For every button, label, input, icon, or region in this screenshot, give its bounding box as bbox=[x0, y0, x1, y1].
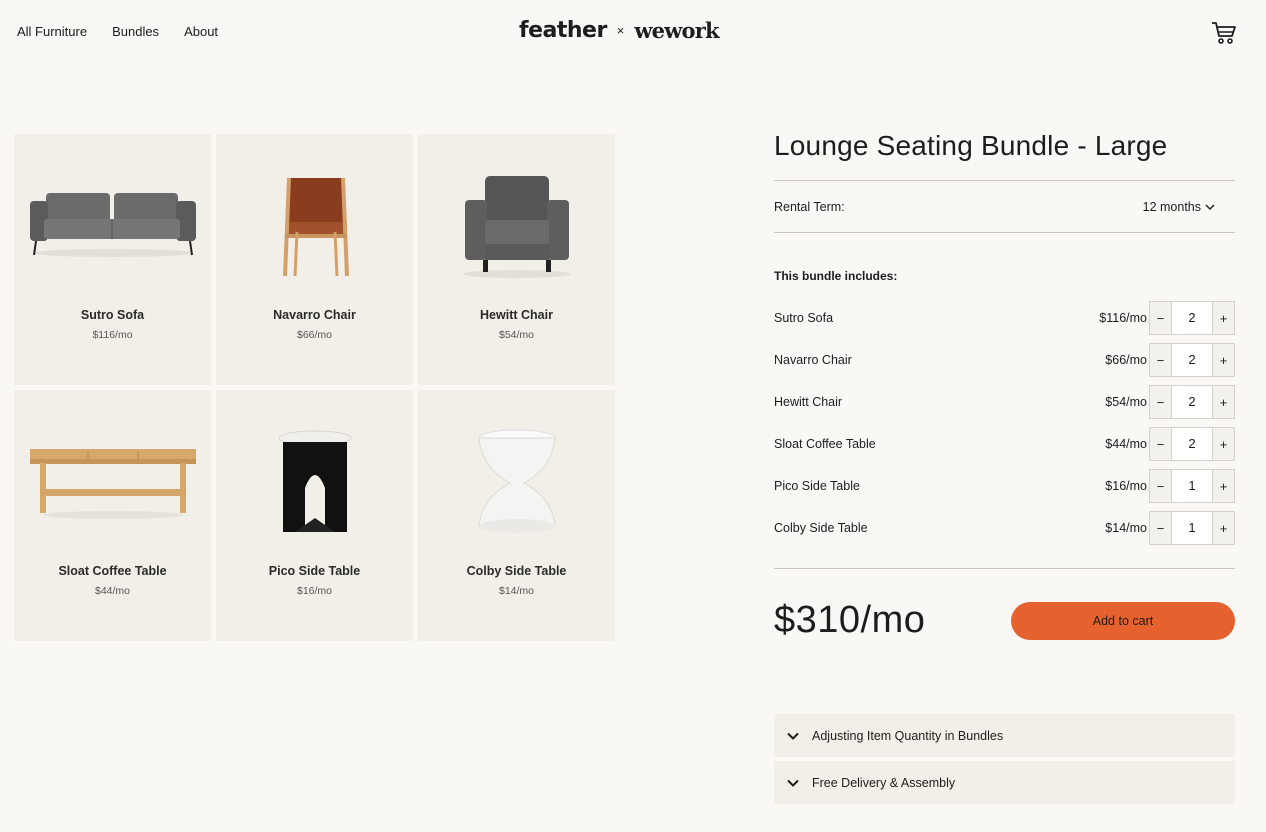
list-item: Navarro Chair $66/mo − 2 + bbox=[774, 339, 1235, 381]
wework-logo: wework bbox=[634, 18, 719, 43]
item-price: $66/mo bbox=[1105, 353, 1147, 367]
total-row: $310/mo Add to cart bbox=[774, 568, 1235, 642]
accordion-adjusting-quantity[interactable]: Adjusting Item Quantity in Bundles bbox=[774, 714, 1235, 757]
quantity-value[interactable]: 1 bbox=[1171, 470, 1213, 502]
cart-icon[interactable] bbox=[1210, 20, 1238, 46]
item-name: Pico Side Table bbox=[774, 479, 860, 493]
decrement-button[interactable]: − bbox=[1150, 512, 1171, 544]
product-card-hewitt-chair[interactable]: Hewitt Chair $54/mo bbox=[418, 134, 615, 385]
item-price: $44/mo bbox=[1105, 437, 1147, 451]
colby-side-table-image bbox=[418, 418, 615, 548]
list-item: Pico Side Table $16/mo − 1 + bbox=[774, 465, 1235, 507]
bundle-grid: Sutro Sofa $116/mo Navarro Chair $66/mo bbox=[14, 134, 615, 641]
quantity-value[interactable]: 2 bbox=[1171, 344, 1213, 376]
total-price: $310/mo bbox=[774, 599, 926, 641]
nav-all-furniture[interactable]: All Furniture bbox=[17, 24, 87, 39]
quantity-stepper: − 2 + bbox=[1149, 301, 1235, 335]
item-name: Colby Side Table bbox=[774, 521, 868, 535]
quantity-stepper: − 2 + bbox=[1149, 385, 1235, 419]
quantity-value[interactable]: 2 bbox=[1171, 386, 1213, 418]
decrement-button[interactable]: − bbox=[1150, 470, 1171, 502]
item-name: Sutro Sofa bbox=[774, 311, 834, 325]
decrement-button[interactable]: − bbox=[1150, 302, 1171, 334]
item-name: Navarro Chair bbox=[774, 353, 852, 367]
quantity-value[interactable]: 1 bbox=[1171, 512, 1213, 544]
logo-separator: × bbox=[616, 23, 625, 38]
card-name: Hewitt Chair bbox=[480, 308, 553, 322]
card-name: Sutro Sofa bbox=[80, 308, 145, 322]
quantity-stepper: − 2 + bbox=[1149, 343, 1235, 377]
accordion-label: Adjusting Item Quantity in Bundles bbox=[812, 728, 1004, 743]
chevron-down-icon bbox=[774, 732, 812, 740]
chevron-down-icon bbox=[1205, 204, 1215, 210]
rental-term-row: Rental Term: 12 months bbox=[774, 181, 1235, 232]
navarro-chair-image bbox=[216, 162, 413, 292]
brand-logo[interactable]: feather × wework bbox=[519, 18, 720, 43]
decrement-button[interactable]: − bbox=[1150, 344, 1171, 376]
product-card-sutro-sofa[interactable]: Sutro Sofa $116/mo bbox=[14, 134, 211, 385]
bundle-details: Lounge Seating Bundle - Large Rental Ter… bbox=[774, 130, 1235, 641]
add-to-cart-button[interactable]: Add to cart bbox=[1011, 601, 1235, 640]
nav-bundles[interactable]: Bundles bbox=[112, 24, 159, 39]
item-price: $116/mo bbox=[1099, 311, 1147, 325]
increment-button[interactable]: + bbox=[1213, 302, 1234, 334]
quantity-stepper: − 1 + bbox=[1149, 469, 1235, 503]
product-card-colby-side-table[interactable]: Colby Side Table $14/mo bbox=[418, 390, 615, 641]
card-price: $44/mo bbox=[94, 585, 131, 597]
sofa-image bbox=[14, 162, 211, 292]
increment-button[interactable]: + bbox=[1213, 470, 1234, 502]
accordion-free-delivery[interactable]: Free Delivery & Assembly bbox=[774, 761, 1235, 804]
main-nav: All Furniture Bundles About bbox=[17, 24, 218, 39]
card-price: $16/mo bbox=[296, 585, 333, 597]
list-item: Colby Side Table $14/mo − 1 + bbox=[774, 507, 1235, 549]
quantity-stepper: − 2 + bbox=[1149, 427, 1235, 461]
card-price: $116/mo bbox=[92, 329, 133, 341]
rental-term-value: 12 months bbox=[1142, 199, 1201, 214]
hewitt-chair-image bbox=[418, 162, 615, 292]
decrement-button[interactable]: − bbox=[1150, 428, 1171, 460]
increment-button[interactable]: + bbox=[1213, 386, 1234, 418]
product-card-navarro-chair[interactable]: Navarro Chair $66/mo bbox=[216, 134, 413, 385]
nav-about[interactable]: About bbox=[184, 24, 218, 39]
increment-button[interactable]: + bbox=[1213, 512, 1234, 544]
item-name: Hewitt Chair bbox=[774, 395, 843, 409]
feather-logo: feather bbox=[519, 18, 607, 43]
product-title: Lounge Seating Bundle - Large bbox=[774, 130, 1168, 161]
divider bbox=[774, 232, 1235, 233]
list-item: Sutro Sofa $116/mo − 2 + bbox=[774, 297, 1235, 339]
quantity-value[interactable]: 2 bbox=[1171, 428, 1213, 460]
product-card-sloat-coffee-table[interactable]: Sloat Coffee Table $44/mo bbox=[14, 390, 211, 641]
item-price: $16/mo bbox=[1105, 479, 1147, 493]
decrement-button[interactable]: − bbox=[1150, 386, 1171, 418]
pico-side-table-image bbox=[216, 418, 413, 548]
rental-term-label: Rental Term: bbox=[774, 199, 845, 214]
quantity-stepper: − 1 + bbox=[1149, 511, 1235, 545]
accordion-label: Free Delivery & Assembly bbox=[812, 775, 956, 790]
card-price: $14/mo bbox=[498, 585, 535, 597]
card-name: Colby Side Table bbox=[466, 564, 567, 578]
card-name: Pico Side Table bbox=[268, 564, 361, 578]
coffee-table-image bbox=[14, 418, 211, 548]
item-name: Sloat Coffee Table bbox=[774, 437, 876, 451]
item-price: $14/mo bbox=[1105, 521, 1147, 535]
increment-button[interactable]: + bbox=[1213, 344, 1234, 376]
item-price: $54/mo bbox=[1105, 395, 1147, 409]
card-name: Navarro Chair bbox=[273, 308, 356, 322]
rental-term-select[interactable]: 12 months bbox=[1143, 200, 1215, 214]
includes-label: This bundle includes: bbox=[774, 269, 898, 283]
product-card-pico-side-table[interactable]: Pico Side Table $16/mo bbox=[216, 390, 413, 641]
quantity-value[interactable]: 2 bbox=[1171, 302, 1213, 334]
list-item: Hewitt Chair $54/mo − 2 + bbox=[774, 381, 1235, 423]
card-name: Sloat Coffee Table bbox=[58, 564, 167, 578]
increment-button[interactable]: + bbox=[1213, 428, 1234, 460]
chevron-down-icon bbox=[774, 779, 812, 787]
card-price: $54/mo bbox=[498, 329, 535, 341]
bundle-items-list: Sutro Sofa $116/mo − 2 + Navarro Chair $… bbox=[774, 297, 1235, 549]
card-price: $66/mo bbox=[296, 329, 333, 341]
list-item: Sloat Coffee Table $44/mo − 2 + bbox=[774, 423, 1235, 465]
